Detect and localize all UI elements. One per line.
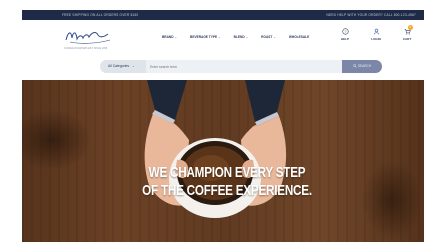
chevron-down-icon: ⌄ [245,35,249,39]
hero-banner: WE CHAMPION EVERY STEP OF THE COFFEE EXP… [22,80,424,242]
nav-item-roast[interactable]: ROAST⌄ [261,35,276,39]
help-link[interactable]: ? HELP [338,28,352,41]
page: FREE SHIPPING ON ALL ORDERS OVER $150 NE… [22,0,424,242]
cart-count-badge: 0 [408,25,413,30]
login-link[interactable]: LOGIN [369,28,383,41]
chevron-down-icon: ⌄ [218,35,221,39]
logo-tagline: COFFEE ROASTERS EST. SINCE 1995 [64,47,108,50]
nav-item-brand[interactable]: BRAND⌄ [162,35,177,39]
search-button-label: SEARCH [357,64,372,68]
hero-line-1: WE CHAMPION EVERY STEP [148,164,306,181]
brand-logo[interactable] [62,26,114,48]
cart-label: CART [402,37,412,41]
nav-label: WHOLESALE [288,35,310,39]
search-bar-row: All Categories⌄ SEARCH [22,54,424,80]
cart-link[interactable]: 0 CART [400,25,414,41]
category-select[interactable]: All Categories ⌄ [100,60,146,73]
chevron-down-icon: ⌄ [132,64,135,68]
user-icon [373,28,379,35]
main-nav: BRAND⌄ BEVERAGE TYPE⌄ BLEND⌄ ROAST⌄ WHOL… [162,35,309,39]
login-label: LOGIN [371,37,381,41]
search-icon [353,64,357,68]
chevron-down-icon: ⌄ [273,35,276,39]
nav-item-blend[interactable]: BLEND⌄ [234,35,249,39]
chevron-down-icon: ⌄ [174,35,178,39]
site-header: COFFEE ROASTERS EST. SINCE 1995 BRAND⌄ B… [22,20,424,54]
search-bar: All Categories⌄ SEARCH [100,60,382,73]
shipping-message: FREE SHIPPING ON ALL ORDERS OVER $150 [62,13,139,17]
search-input[interactable] [150,60,310,73]
coffee-cup-hands-image [144,80,287,218]
top-announcement-bar: FREE SHIPPING ON ALL ORDERS OVER $150 NE… [22,10,424,20]
hero-headline: WE CHAMPION EVERY STEP OF THE COFFEE EXP… [137,164,316,200]
nav-item-beverage-type[interactable]: BEVERAGE TYPE⌄ [190,35,221,39]
search-button[interactable]: SEARCH [342,60,382,73]
category-value: All Categories [108,64,130,68]
nav-item-wholesale[interactable]: WHOLESALE [289,35,309,39]
nav-label: BRAND [162,35,174,39]
help-icon: ? [341,28,349,35]
nav-label: BLEND [233,35,245,39]
hero-line-2: OF THE COFFEE EXPERIENCE. [142,182,312,199]
header-actions: ? HELP LOGIN 0 CART [338,25,414,41]
help-message: NEED HELP WITH YOUR ORDER? CALL 800-123-… [326,13,416,17]
nav-label: BEVERAGE TYPE [190,35,218,39]
svg-text:?: ? [344,30,346,34]
help-label: HELP [340,37,349,41]
nav-label: ROAST [261,35,273,39]
